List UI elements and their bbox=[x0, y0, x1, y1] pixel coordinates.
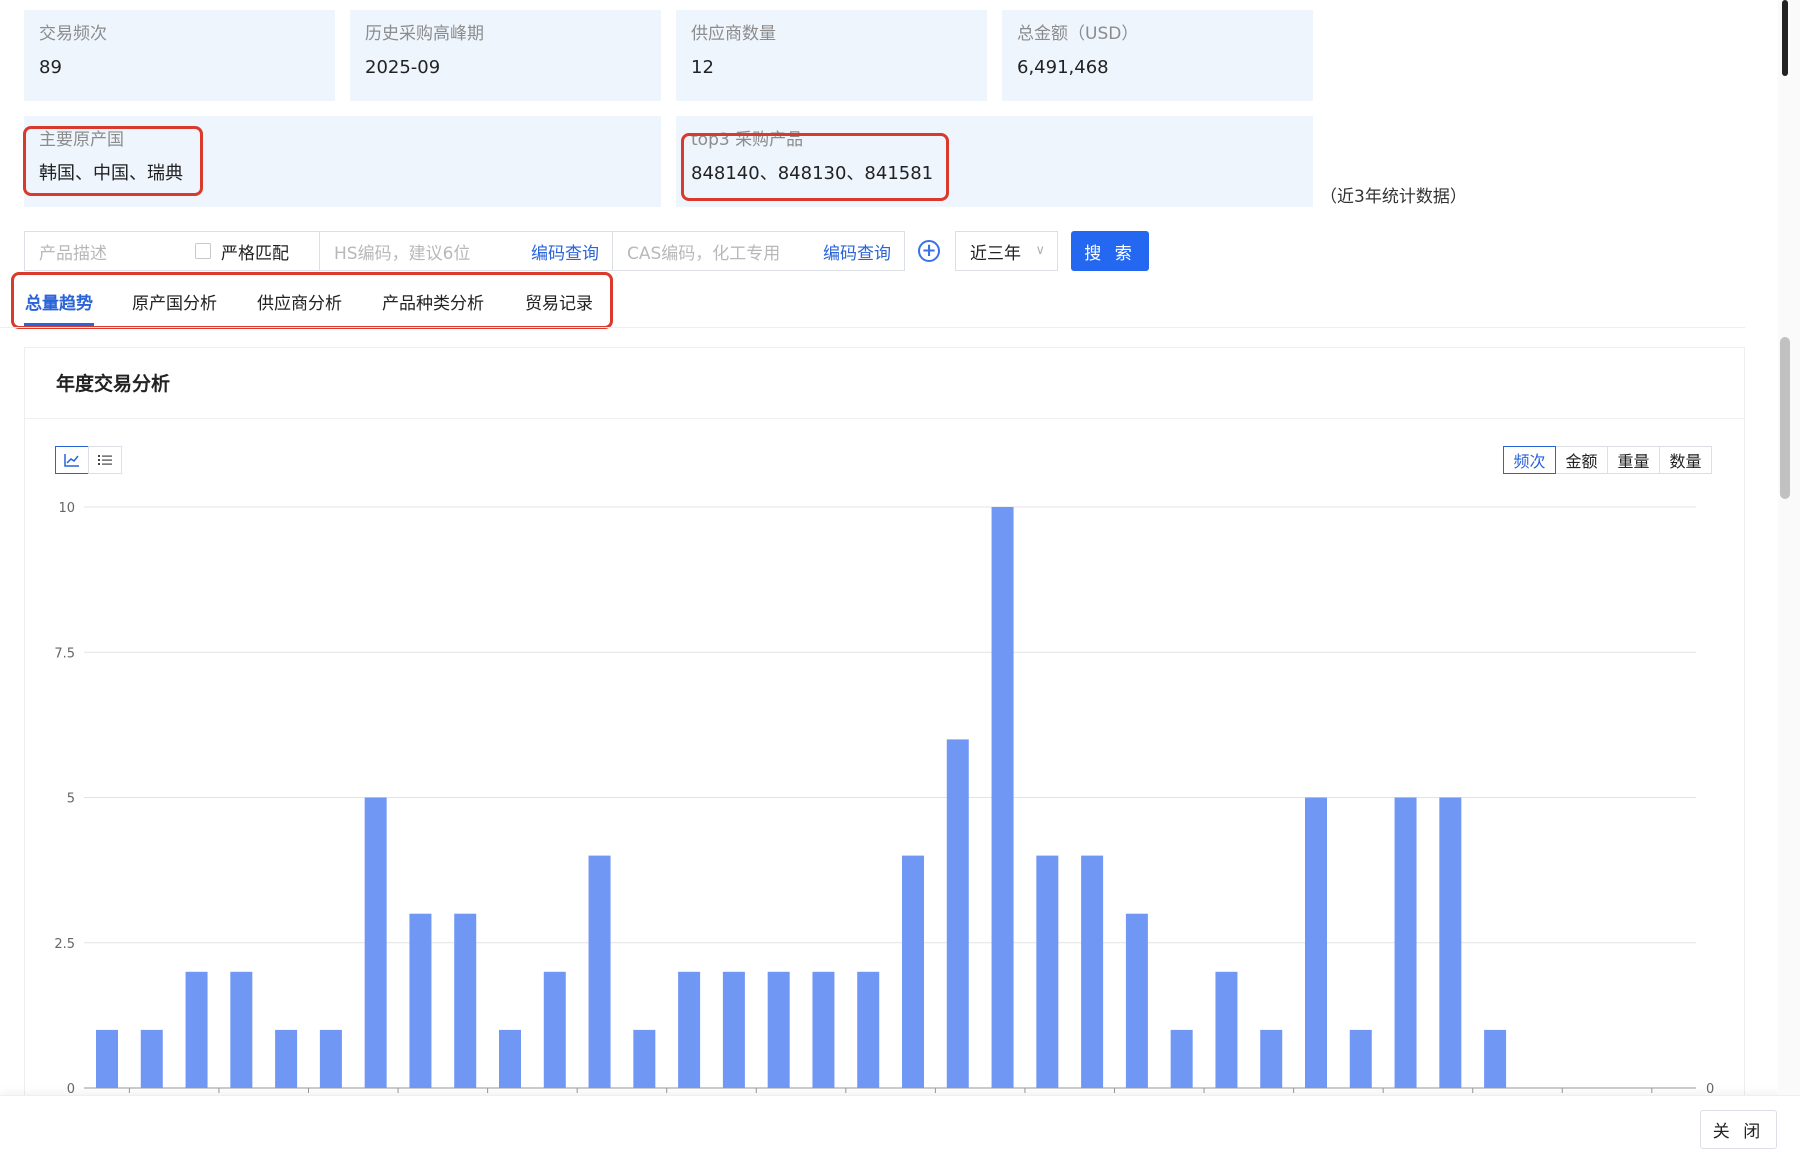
scrollbar-thumb[interactable] bbox=[1780, 337, 1790, 499]
metric-quantity-button[interactable]: 数量 bbox=[1659, 446, 1712, 474]
stat-card-peak-period: 历史采购高峰期 2025-09 bbox=[350, 10, 661, 101]
panel-header: 年度交易分析 bbox=[25, 348, 1744, 419]
scrollbar-track[interactable] bbox=[1778, 0, 1800, 1095]
tab-product-category-analysis[interactable]: 产品种类分析 bbox=[382, 289, 484, 314]
tab-total-trend[interactable]: 总量趋势 bbox=[25, 289, 93, 314]
line-chart-icon bbox=[64, 454, 79, 467]
bar bbox=[633, 1029, 656, 1088]
stat-label: 历史采购高峰期 bbox=[365, 24, 484, 44]
bar bbox=[1125, 913, 1148, 1088]
stat-label: 交易频次 bbox=[39, 24, 107, 44]
cas-code-lookup-link[interactable]: 编码查询 bbox=[823, 239, 891, 264]
stat-card-total-amount: 总金额（USD） 6,491,468 bbox=[1002, 10, 1313, 101]
period-select[interactable]: 近三年 ∨ bbox=[955, 231, 1058, 271]
product-desc-input[interactable]: 产品描述 bbox=[25, 232, 195, 270]
dialog-footer bbox=[0, 1095, 1800, 1158]
y-tick-label: 7.5 bbox=[54, 646, 75, 661]
cas-code-input[interactable]: CAS编码，化工专用 编码查询 bbox=[612, 232, 904, 270]
metric-weight-button[interactable]: 重量 bbox=[1607, 446, 1660, 474]
tab-origin-analysis[interactable]: 原产国分析 bbox=[132, 289, 217, 314]
bar bbox=[499, 1029, 521, 1088]
bar bbox=[812, 971, 835, 1088]
bar bbox=[1349, 1029, 1372, 1088]
stat-value: 89 bbox=[39, 57, 62, 78]
metric-frequency-button[interactable]: 频次 bbox=[1503, 446, 1556, 474]
bar bbox=[319, 1029, 342, 1088]
bar bbox=[275, 1029, 298, 1088]
bar bbox=[185, 971, 208, 1088]
product-desc-placeholder: 产品描述 bbox=[39, 243, 107, 264]
bar bbox=[1439, 797, 1462, 1088]
highlight-box-origin bbox=[23, 126, 203, 196]
bar bbox=[857, 971, 880, 1088]
period-select-value: 近三年 bbox=[970, 243, 1021, 264]
bar bbox=[364, 797, 387, 1088]
bar bbox=[767, 971, 790, 1088]
bar bbox=[454, 913, 477, 1088]
bar bbox=[902, 855, 924, 1088]
bar bbox=[409, 913, 432, 1088]
list-icon bbox=[98, 455, 112, 465]
y-tick-label: 2.5 bbox=[54, 937, 75, 952]
add-condition-icon[interactable]: + bbox=[918, 240, 940, 262]
bar bbox=[1081, 855, 1104, 1088]
scrollbar-top-marker bbox=[1782, 0, 1788, 76]
stat-label: 总金额（USD） bbox=[1017, 24, 1139, 44]
bar bbox=[543, 971, 566, 1088]
bar bbox=[1170, 1029, 1193, 1088]
bar bbox=[1036, 855, 1059, 1088]
list-view-button[interactable] bbox=[88, 446, 122, 474]
bar bbox=[588, 855, 611, 1088]
stat-card-frequency: 交易频次 89 bbox=[24, 10, 335, 101]
view-toggle bbox=[55, 446, 122, 474]
search-button[interactable]: 搜 索 bbox=[1071, 231, 1149, 271]
bar bbox=[1484, 1029, 1507, 1088]
cas-code-placeholder: CAS编码，化工专用 bbox=[627, 243, 781, 264]
bar bbox=[1215, 971, 1238, 1088]
bar bbox=[96, 1029, 118, 1088]
bar bbox=[722, 971, 745, 1088]
strict-match[interactable]: 严格匹配 bbox=[195, 232, 319, 270]
panel-title: 年度交易分析 bbox=[56, 373, 171, 395]
metric-toggle: 频次 金额 重量 数量 bbox=[1503, 446, 1712, 474]
tab-supplier-analysis[interactable]: 供应商分析 bbox=[257, 289, 342, 314]
stat-value: 6,491,468 bbox=[1017, 57, 1109, 78]
bar bbox=[678, 971, 701, 1088]
search-bar: 产品描述 严格匹配 HS编码，建议6位 编码查询 CAS编码，化工专用 编码查询 bbox=[24, 231, 905, 271]
hs-code-lookup-link[interactable]: 编码查询 bbox=[531, 239, 599, 264]
close-button[interactable]: 关 闭 bbox=[1700, 1110, 1777, 1149]
highlight-box-products bbox=[681, 133, 949, 201]
hs-code-placeholder: HS编码，建议6位 bbox=[334, 243, 471, 264]
y-tick-label: 0 bbox=[67, 1082, 75, 1095]
bar bbox=[991, 507, 1014, 1088]
y-tick-label: 5 bbox=[67, 792, 75, 807]
analysis-tabs: 总量趋势 原产国分析 供应商分析 产品种类分析 贸易记录 bbox=[0, 283, 1745, 328]
metric-amount-button[interactable]: 金额 bbox=[1555, 446, 1608, 474]
bar bbox=[1305, 797, 1327, 1088]
y-tick-label: 10 bbox=[58, 501, 75, 516]
stats-note: （近3年统计数据） bbox=[1320, 187, 1467, 207]
bar bbox=[1260, 1029, 1283, 1088]
stat-value: 12 bbox=[691, 57, 714, 78]
chart-view-button[interactable] bbox=[55, 446, 89, 474]
bar bbox=[140, 1029, 163, 1088]
stat-label: 供应商数量 bbox=[691, 24, 776, 44]
chevron-down-icon: ∨ bbox=[1035, 243, 1045, 258]
hs-code-input[interactable]: HS编码，建议6位 编码查询 bbox=[319, 232, 612, 270]
annual-trade-bar-chart: 0 2.5 5 7.5 10 0 bbox=[54, 501, 1714, 1095]
strict-match-label: 严格匹配 bbox=[221, 243, 289, 264]
bar bbox=[1394, 797, 1417, 1088]
tab-trade-records[interactable]: 贸易记录 bbox=[525, 289, 593, 314]
bar bbox=[946, 739, 969, 1088]
stat-value: 2025-09 bbox=[365, 57, 441, 78]
active-tab-indicator bbox=[24, 323, 94, 326]
stat-card-supplier-count: 供应商数量 12 bbox=[676, 10, 987, 101]
bar bbox=[230, 971, 253, 1088]
y2-tick-label: 0 bbox=[1706, 1082, 1714, 1095]
checkbox-box[interactable] bbox=[195, 243, 211, 259]
